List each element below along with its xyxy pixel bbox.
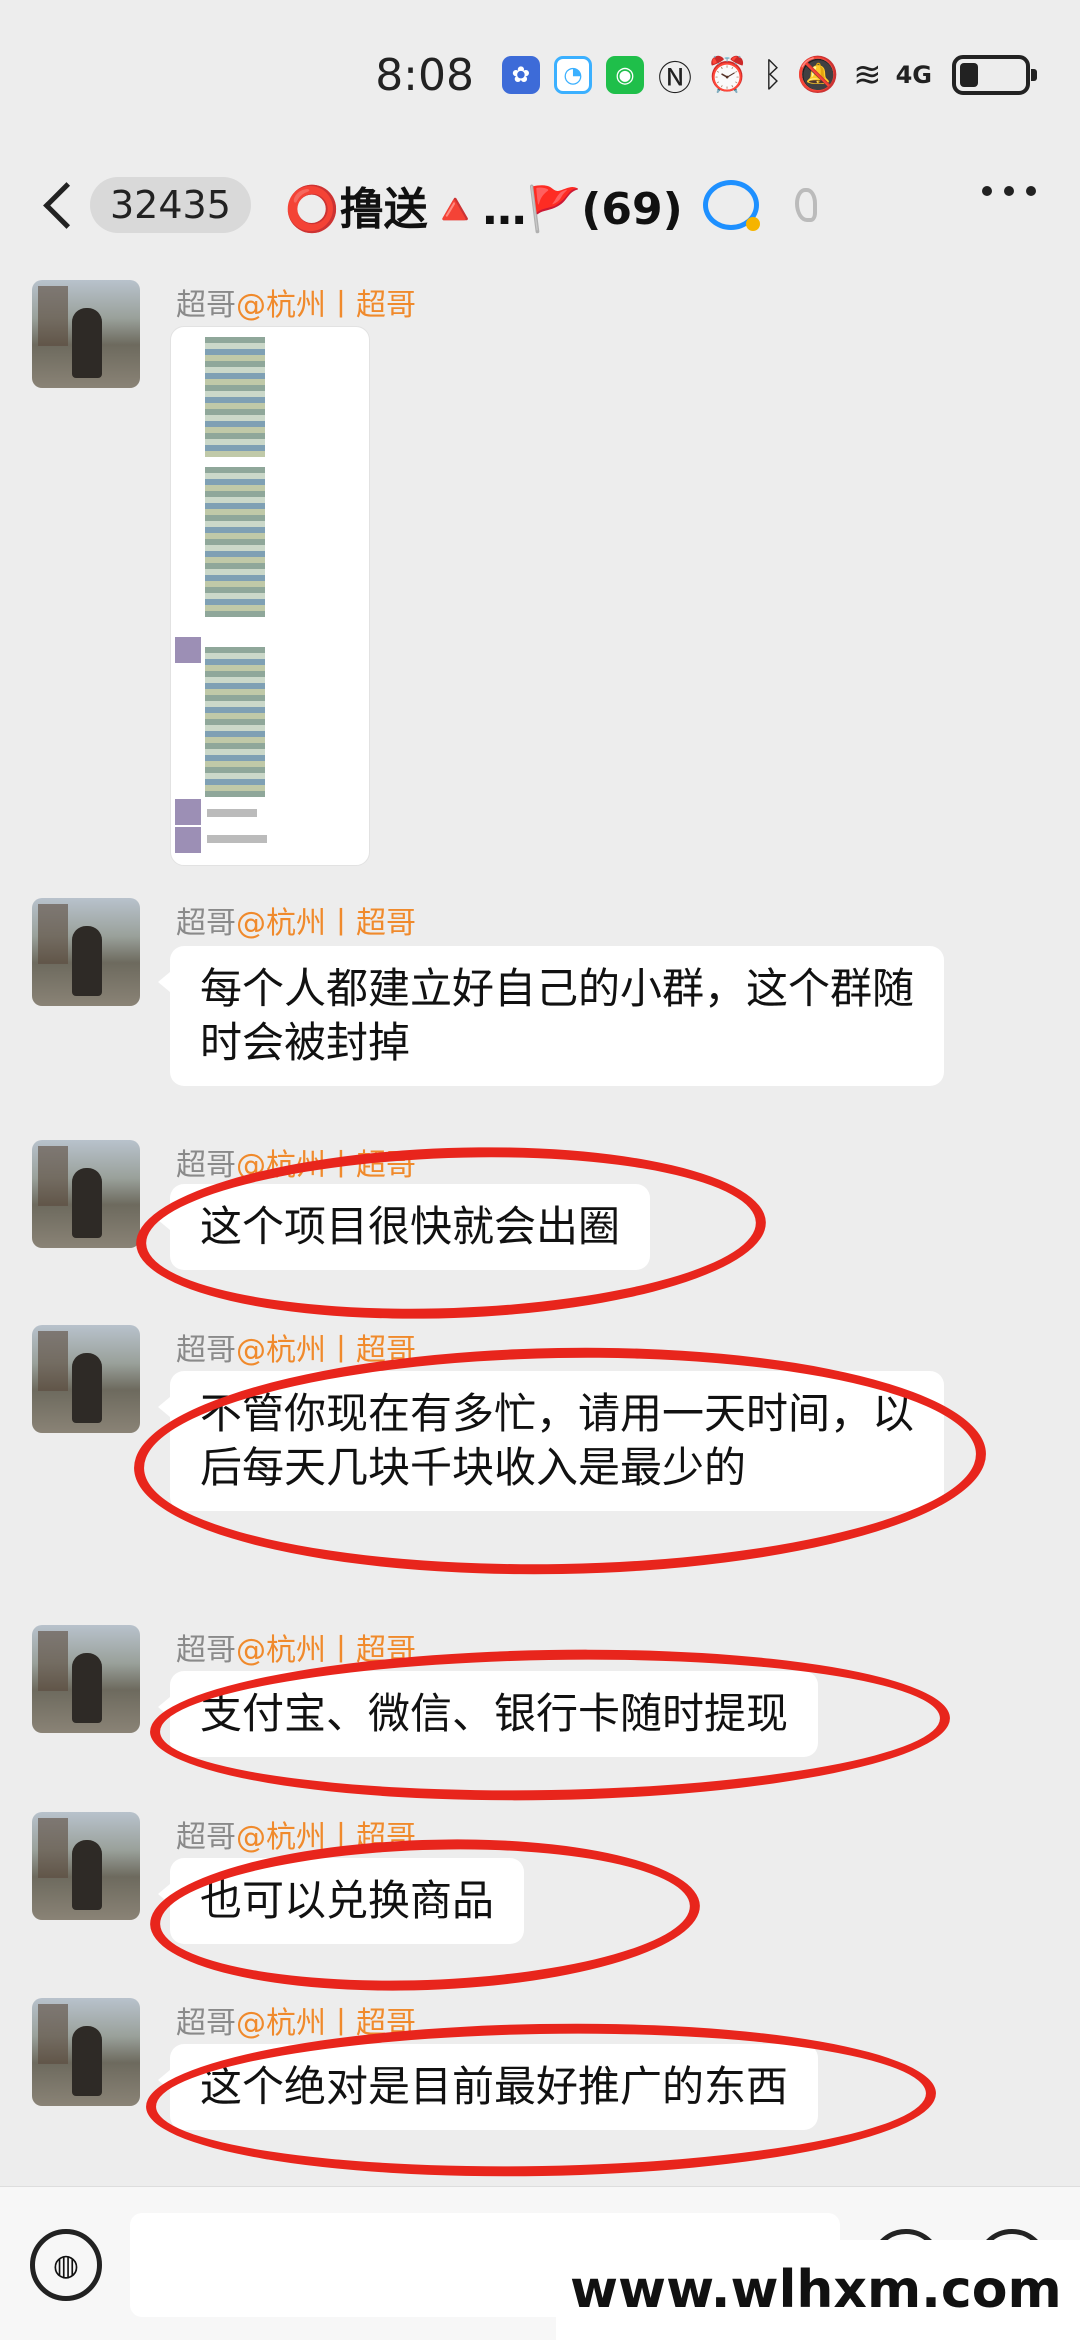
more-options-icon[interactable] xyxy=(982,186,1036,196)
message-bubble[interactable]: 这个绝对是目前最好推广的东西 xyxy=(157,2044,819,2130)
qq-notification-icon: ◔ xyxy=(554,56,592,94)
group-title-text: ⭕撸送🔺…🚩(69) xyxy=(284,184,683,235)
nfc-icon: Ⓝ xyxy=(658,58,692,99)
battery-icon xyxy=(952,55,1037,95)
alarm-icon: ⏰ xyxy=(706,55,749,95)
status-bar: 8:08 ✿ ◔ ◉ Ⓝ ⏰ ᛒ 🔕 ≋ 4G xyxy=(0,0,1080,150)
avatar[interactable] xyxy=(32,1998,140,2106)
unread-count-badge[interactable]: 32435 xyxy=(90,177,251,233)
avatar[interactable] xyxy=(32,1325,140,1433)
avatar[interactable] xyxy=(32,1625,140,1733)
image-message[interactable] xyxy=(170,326,370,866)
signal-4g-icon: 4G xyxy=(895,61,932,89)
avatar[interactable] xyxy=(32,1812,140,1920)
mute-icon: 🔕 xyxy=(796,55,840,95)
app-notification-icon: ✿ xyxy=(502,56,540,94)
earpiece-mode-icon[interactable] xyxy=(794,188,817,222)
clock: 8:08 xyxy=(375,49,474,101)
back-arrow-icon[interactable] xyxy=(40,175,80,235)
avatar[interactable] xyxy=(32,898,140,1006)
message-bubble[interactable]: 也可以兑换商品 xyxy=(157,1858,525,1944)
sender-name: 超哥@杭州丨超哥 xyxy=(176,1333,416,1368)
voice-input-button[interactable]: ◍ xyxy=(30,2229,102,2301)
group-verified-icon xyxy=(702,180,760,231)
sender-name: 超哥@杭州丨超哥 xyxy=(176,1820,416,1855)
sender-name: 超哥@杭州丨超哥 xyxy=(176,1148,416,1183)
avatar[interactable] xyxy=(32,280,140,388)
message-bubble[interactable]: 这个项目很快就会出圈 xyxy=(157,1184,651,1270)
group-title[interactable]: ⭕撸送🔺…🚩(69) xyxy=(284,173,760,237)
sender-name: 超哥@杭州丨超哥 xyxy=(176,906,416,941)
bluetooth-icon: ᛒ xyxy=(762,55,783,95)
message-bubble[interactable]: 支付宝、微信、银行卡随时提现 xyxy=(157,1671,819,1757)
avatar[interactable] xyxy=(32,1140,140,1248)
message-bubble[interactable]: 每个人都建立好自己的小群，这个群随时会被封掉 xyxy=(158,946,944,1086)
wechat-notification-icon: ◉ xyxy=(606,56,644,94)
wifi-icon: ≋ xyxy=(853,55,882,95)
chat-header: 32435 ⭕撸送🔺…🚩(69) xyxy=(0,150,1080,260)
sender-name: 超哥@杭州丨超哥 xyxy=(176,288,416,323)
message-bubble[interactable]: 不管你现在有多忙，请用一天时间，以后每天几块千块收入是最少的 xyxy=(158,1371,944,1511)
watermark: www.wlhxm.com xyxy=(556,2240,1080,2340)
sender-name: 超哥@杭州丨超哥 xyxy=(176,1633,416,1668)
sender-name: 超哥@杭州丨超哥 xyxy=(176,2006,416,2041)
